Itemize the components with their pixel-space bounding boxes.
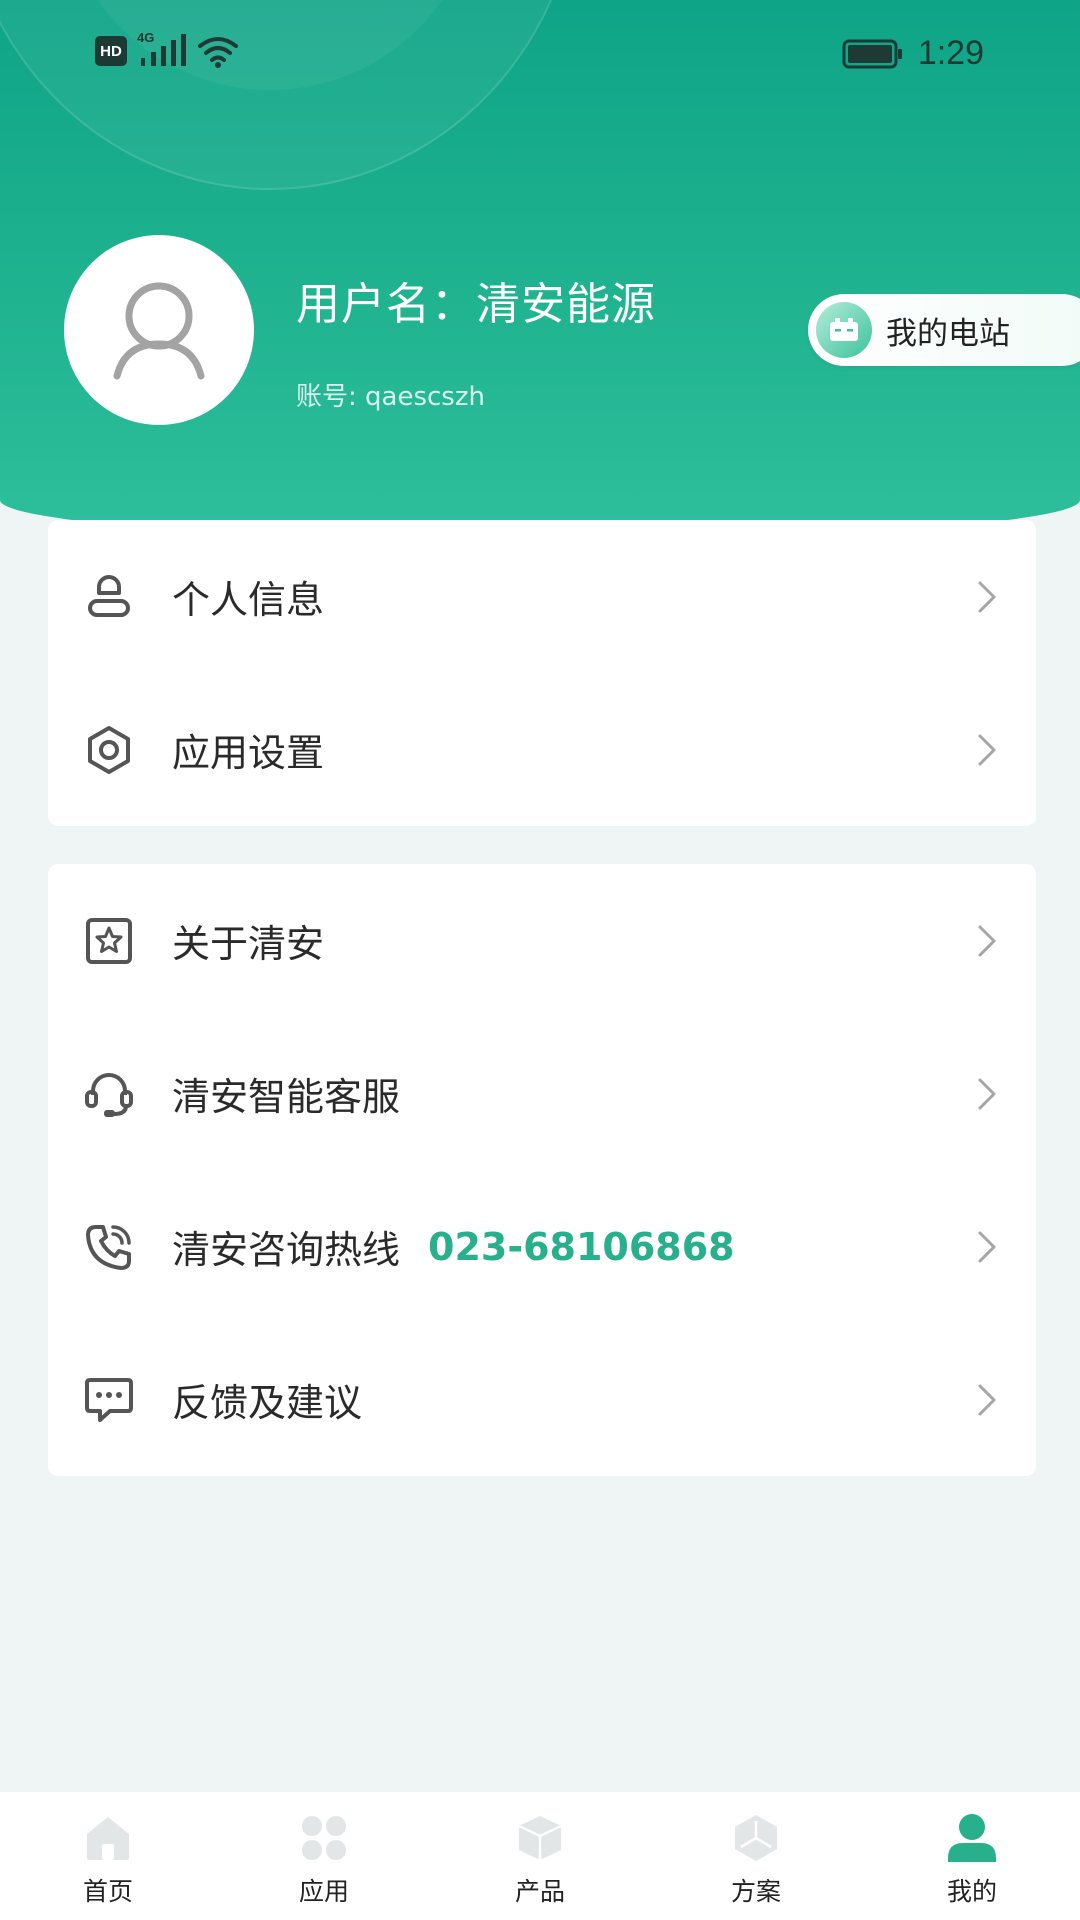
hotline-number[interactable]: 023-68106868 bbox=[428, 1225, 735, 1269]
username: 用户名：清安能源 bbox=[296, 279, 656, 330]
nav-label: 我的 bbox=[946, 1877, 997, 1906]
menu-card-account: 个人信息 应用设置 bbox=[48, 520, 1036, 826]
menu-item-label: 反馈及建议 bbox=[172, 1381, 363, 1425]
my-station-button[interactable]: 我的电站 bbox=[808, 294, 1080, 366]
bottom-nav: 首页 应用 产品 方案 我的 bbox=[0, 1792, 1080, 1920]
menu-item-label: 清安咨询热线 bbox=[172, 1228, 401, 1272]
nav-label: 应用 bbox=[298, 1877, 349, 1906]
my-station-label: 我的电站 bbox=[886, 315, 1010, 352]
nav-label: 首页 bbox=[82, 1877, 133, 1906]
nav-label: 产品 bbox=[514, 1877, 565, 1906]
menu-item-customer-service[interactable]: 清安智能客服 bbox=[48, 1017, 1036, 1170]
cellular-signal-icon: 4G bbox=[137, 30, 187, 68]
user-icon bbox=[84, 572, 134, 622]
cube-icon bbox=[730, 1812, 782, 1864]
chat-icon bbox=[84, 1375, 134, 1425]
nav-tab-products[interactable]: 产品 bbox=[432, 1792, 648, 1920]
battery-icon bbox=[842, 39, 902, 68]
chevron-right-icon bbox=[972, 1231, 1002, 1262]
menu-item-personal-info[interactable]: 个人信息 bbox=[48, 520, 1036, 673]
menu-item-label: 关于清安 bbox=[172, 922, 325, 966]
menu-item-about[interactable]: 关于清安 bbox=[48, 864, 1036, 1017]
chevron-right-icon bbox=[972, 925, 1002, 956]
nav-tab-mine[interactable]: 我的 bbox=[864, 1792, 1080, 1920]
apps-icon bbox=[298, 1812, 350, 1864]
menu-item-label: 个人信息 bbox=[172, 578, 325, 622]
menu-card-support: 关于清安 清安智能客服 清安咨询热线 023-68106868 反馈及建议 bbox=[48, 864, 1036, 1476]
nav-tab-apps[interactable]: 应用 bbox=[216, 1792, 432, 1920]
chevron-right-icon bbox=[972, 734, 1002, 765]
wifi-icon bbox=[198, 37, 238, 68]
status-time: 1:29 bbox=[917, 34, 984, 72]
avatar[interactable] bbox=[64, 235, 254, 425]
chevron-right-icon bbox=[972, 1384, 1002, 1415]
phone-icon bbox=[84, 1222, 134, 1272]
headset-icon bbox=[84, 1069, 134, 1119]
settings-icon bbox=[84, 725, 134, 775]
menu-item-label: 清安智能客服 bbox=[172, 1075, 401, 1119]
status-bar: HD 4G 1:29 bbox=[0, 0, 1080, 110]
menu-item-label: 应用设置 bbox=[172, 731, 325, 775]
nav-tab-solutions[interactable]: 方案 bbox=[648, 1792, 864, 1920]
home-icon bbox=[82, 1812, 134, 1864]
hd-badge: HD bbox=[95, 36, 127, 66]
star-badge-icon bbox=[84, 916, 134, 966]
user-avatar-icon bbox=[113, 282, 205, 380]
nav-tab-home[interactable]: 首页 bbox=[0, 1792, 216, 1920]
chevron-right-icon bbox=[972, 581, 1002, 612]
person-icon bbox=[946, 1812, 998, 1864]
box-icon bbox=[514, 1812, 566, 1864]
menu-item-feedback[interactable]: 反馈及建议 bbox=[48, 1323, 1036, 1476]
menu-item-app-settings[interactable]: 应用设置 bbox=[48, 673, 1036, 826]
battery-station-icon bbox=[816, 302, 872, 358]
account-id: 账号: qaescszh bbox=[296, 382, 485, 412]
chevron-right-icon bbox=[972, 1078, 1002, 1109]
nav-label: 方案 bbox=[730, 1877, 781, 1906]
menu-item-hotline[interactable]: 清安咨询热线 023-68106868 bbox=[48, 1170, 1036, 1323]
